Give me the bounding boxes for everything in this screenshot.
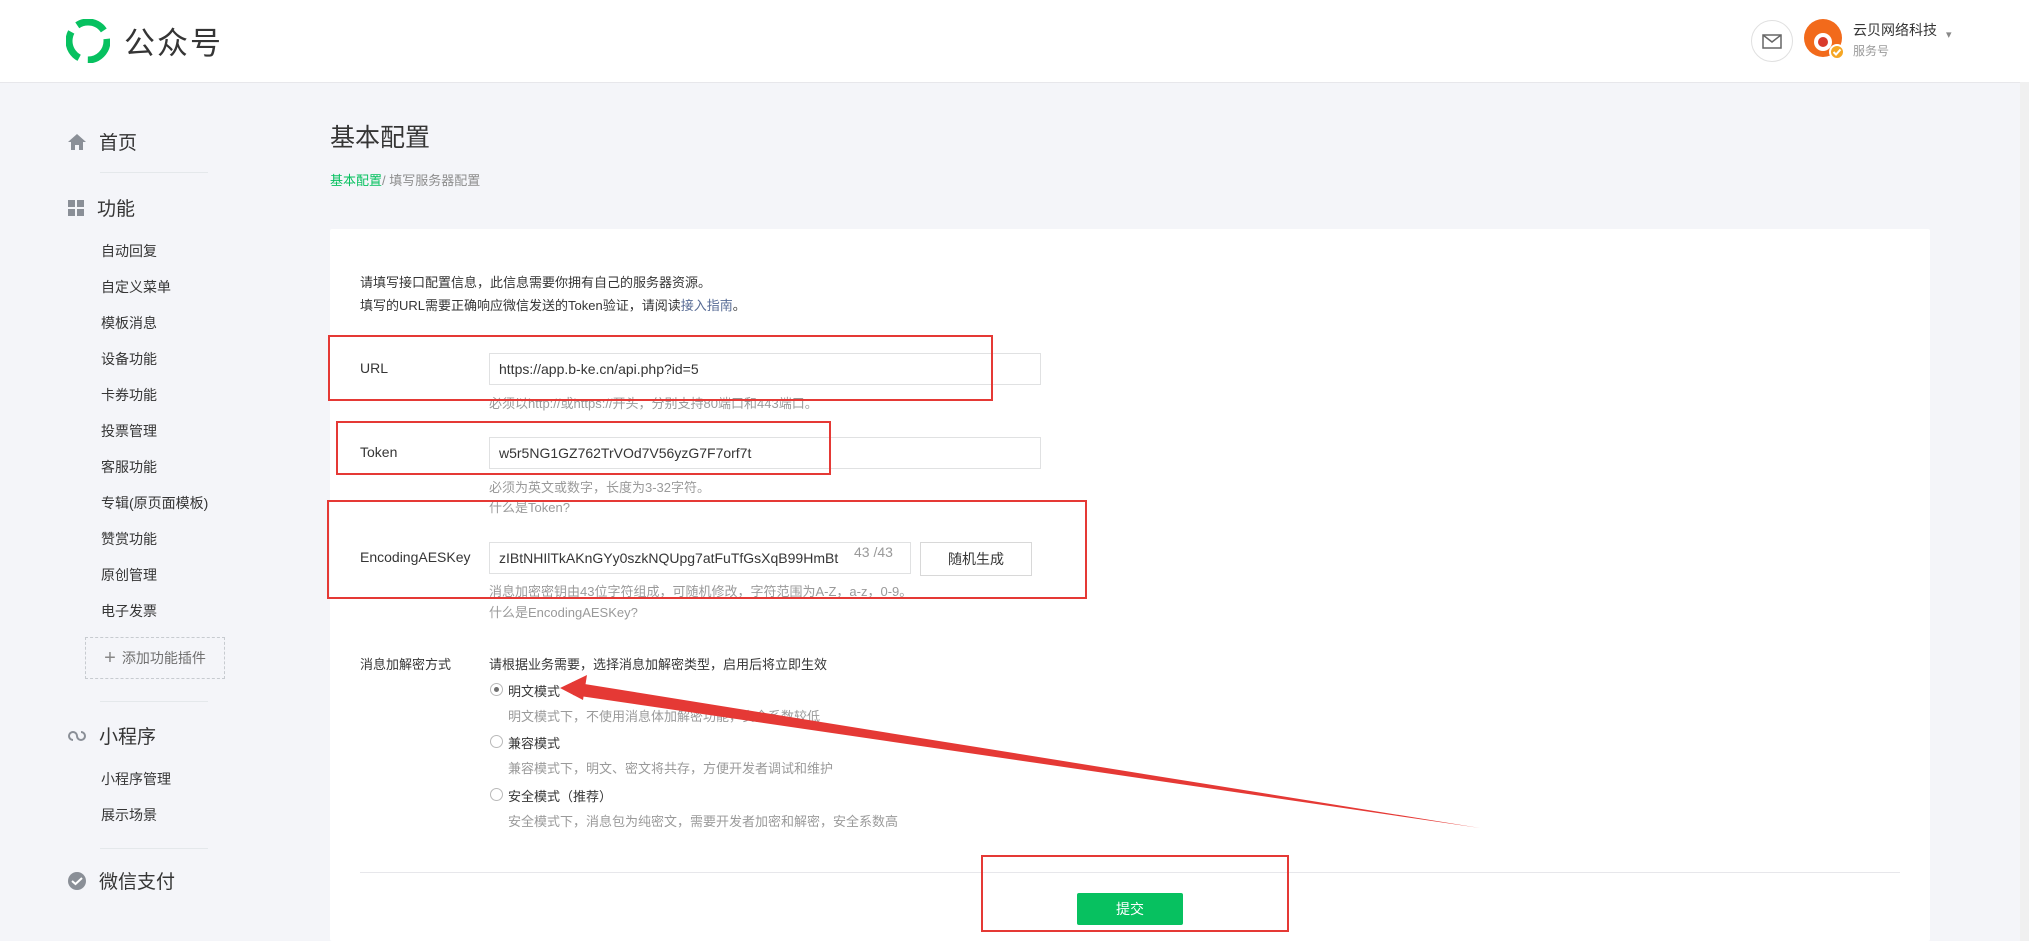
sidebar: 首页 功能 自动回复 自定义菜单 模板消息 设备功能 卡券功能 投票管理 客服功… bbox=[0, 83, 300, 941]
annotation-box-url bbox=[328, 335, 993, 401]
sidebar-divider bbox=[100, 701, 208, 702]
what-is-aeskey-link[interactable]: 什么是EncodingAESKey? bbox=[489, 602, 638, 621]
sidebar-subitem[interactable]: 设备功能 bbox=[101, 349, 157, 369]
sidebar-subitem[interactable]: 专辑(原页面模板) bbox=[101, 493, 208, 513]
sidebar-subitem[interactable]: 电子发票 bbox=[101, 601, 157, 621]
sidebar-subitem[interactable]: 原创管理 bbox=[101, 565, 157, 585]
logo-text: 公众号 bbox=[124, 26, 223, 61]
radio-plaintext-mode[interactable] bbox=[490, 683, 503, 696]
radio-secure-mode[interactable] bbox=[490, 788, 503, 801]
annotation-box-submit bbox=[981, 855, 1289, 932]
sidebar-subitem[interactable]: 自动回复 bbox=[101, 241, 157, 261]
radio-description: 安全模式下，消息包为纯密文，需要开发者加密和解密，安全系数高 bbox=[508, 814, 899, 829]
sidebar-subitem[interactable]: 模板消息 bbox=[101, 313, 157, 333]
mail-icon bbox=[1762, 33, 1782, 49]
access-guide-link[interactable]: 接入指南 bbox=[681, 298, 733, 313]
plus-icon: + bbox=[104, 646, 116, 669]
radio-label[interactable]: 明文模式 bbox=[508, 681, 560, 700]
sidebar-item-features[interactable]: 功能 bbox=[67, 194, 135, 221]
wechat-pay-icon bbox=[68, 871, 86, 890]
page-title: 基本配置 bbox=[330, 124, 431, 152]
sidebar-subitem[interactable]: 自定义菜单 bbox=[101, 277, 171, 297]
add-plugin-label: 添加功能插件 bbox=[121, 650, 206, 666]
intro-prefix: 填写的URL需要正确响应微信发送的Token验证，请阅读 bbox=[360, 298, 681, 313]
grid-icon bbox=[68, 199, 84, 216]
intro-line-2: 填写的URL需要正确响应微信发送的Token验证，请阅读接入指南。 bbox=[360, 295, 746, 314]
breadcrumb: 基本配置/ 填写服务器配置 bbox=[330, 170, 480, 189]
sidebar-item-label: 小程序 bbox=[99, 727, 157, 748]
encryption-mode-intro: 请根据业务需要，选择消息加解密类型，启用后将立即生效 bbox=[489, 657, 828, 672]
logo[interactable]: 公众号 bbox=[66, 18, 223, 63]
radio-label[interactable]: 兼容模式 bbox=[508, 733, 560, 752]
sidebar-divider bbox=[100, 172, 208, 173]
intro-line-1: 请填写接口配置信息，此信息需要你拥有自己的服务器资源。 bbox=[360, 275, 712, 290]
sidebar-subitem[interactable]: 展示场景 bbox=[101, 805, 157, 825]
sidebar-item-home[interactable]: 首页 bbox=[67, 128, 137, 155]
wechat-official-logo-icon bbox=[66, 18, 110, 63]
sidebar-subitem[interactable]: 客服功能 bbox=[101, 457, 157, 477]
annotation-box-token bbox=[336, 421, 831, 475]
account-dropdown-caret-icon[interactable]: ▾ bbox=[1946, 28, 1952, 41]
scrollbar[interactable] bbox=[2020, 82, 2029, 941]
intro-suffix: 。 bbox=[732, 298, 746, 313]
radio-label[interactable]: 安全模式（推荐） bbox=[508, 786, 612, 805]
breadcrumb-current: / 填写服务器配置 bbox=[382, 173, 481, 188]
sidebar-subitem[interactable]: 投票管理 bbox=[101, 421, 157, 441]
home-icon bbox=[68, 133, 86, 150]
sidebar-item-wechat-pay[interactable]: 微信支付 bbox=[67, 867, 175, 894]
token-hint: 必须为英文或数字，长度为3-32字符。 bbox=[489, 480, 711, 495]
top-bar: 公众号 云贝网络科技 服务号 ▾ bbox=[0, 0, 2029, 83]
radio-description: 兼容模式下，明文、密文将共存，方便开发者调试和维护 bbox=[508, 761, 834, 776]
sidebar-item-label: 微信支付 bbox=[99, 872, 176, 893]
mail-button[interactable] bbox=[1751, 20, 1793, 62]
sidebar-item-label: 首页 bbox=[99, 133, 138, 154]
sidebar-subitem[interactable]: 小程序管理 bbox=[101, 769, 171, 789]
radio-compatible-mode[interactable] bbox=[490, 735, 503, 748]
sidebar-subitem[interactable]: 卡券功能 bbox=[101, 385, 157, 405]
breadcrumb-active[interactable]: 基本配置 bbox=[330, 173, 382, 188]
annotation-box-aeskey bbox=[327, 500, 1087, 599]
sidebar-item-label: 功能 bbox=[97, 199, 136, 220]
sidebar-subitem[interactable]: 赞赏功能 bbox=[101, 529, 157, 549]
encryption-mode-label: 消息加解密方式 bbox=[360, 657, 452, 672]
avatar[interactable] bbox=[1803, 18, 1845, 60]
add-plugin-button[interactable]: + 添加功能插件 bbox=[85, 637, 225, 679]
account-name[interactable]: 云贝网络科技 bbox=[1853, 20, 1937, 40]
sidebar-item-miniprogram[interactable]: 小程序 bbox=[67, 722, 156, 749]
miniprogram-icon bbox=[68, 730, 86, 741]
radio-description: 明文模式下，不使用消息体加解密功能，安全系数较低 bbox=[508, 709, 821, 724]
sidebar-divider bbox=[100, 848, 208, 849]
account-avatar-icon bbox=[1804, 19, 1845, 60]
account-type: 服务号 bbox=[1853, 44, 1890, 58]
